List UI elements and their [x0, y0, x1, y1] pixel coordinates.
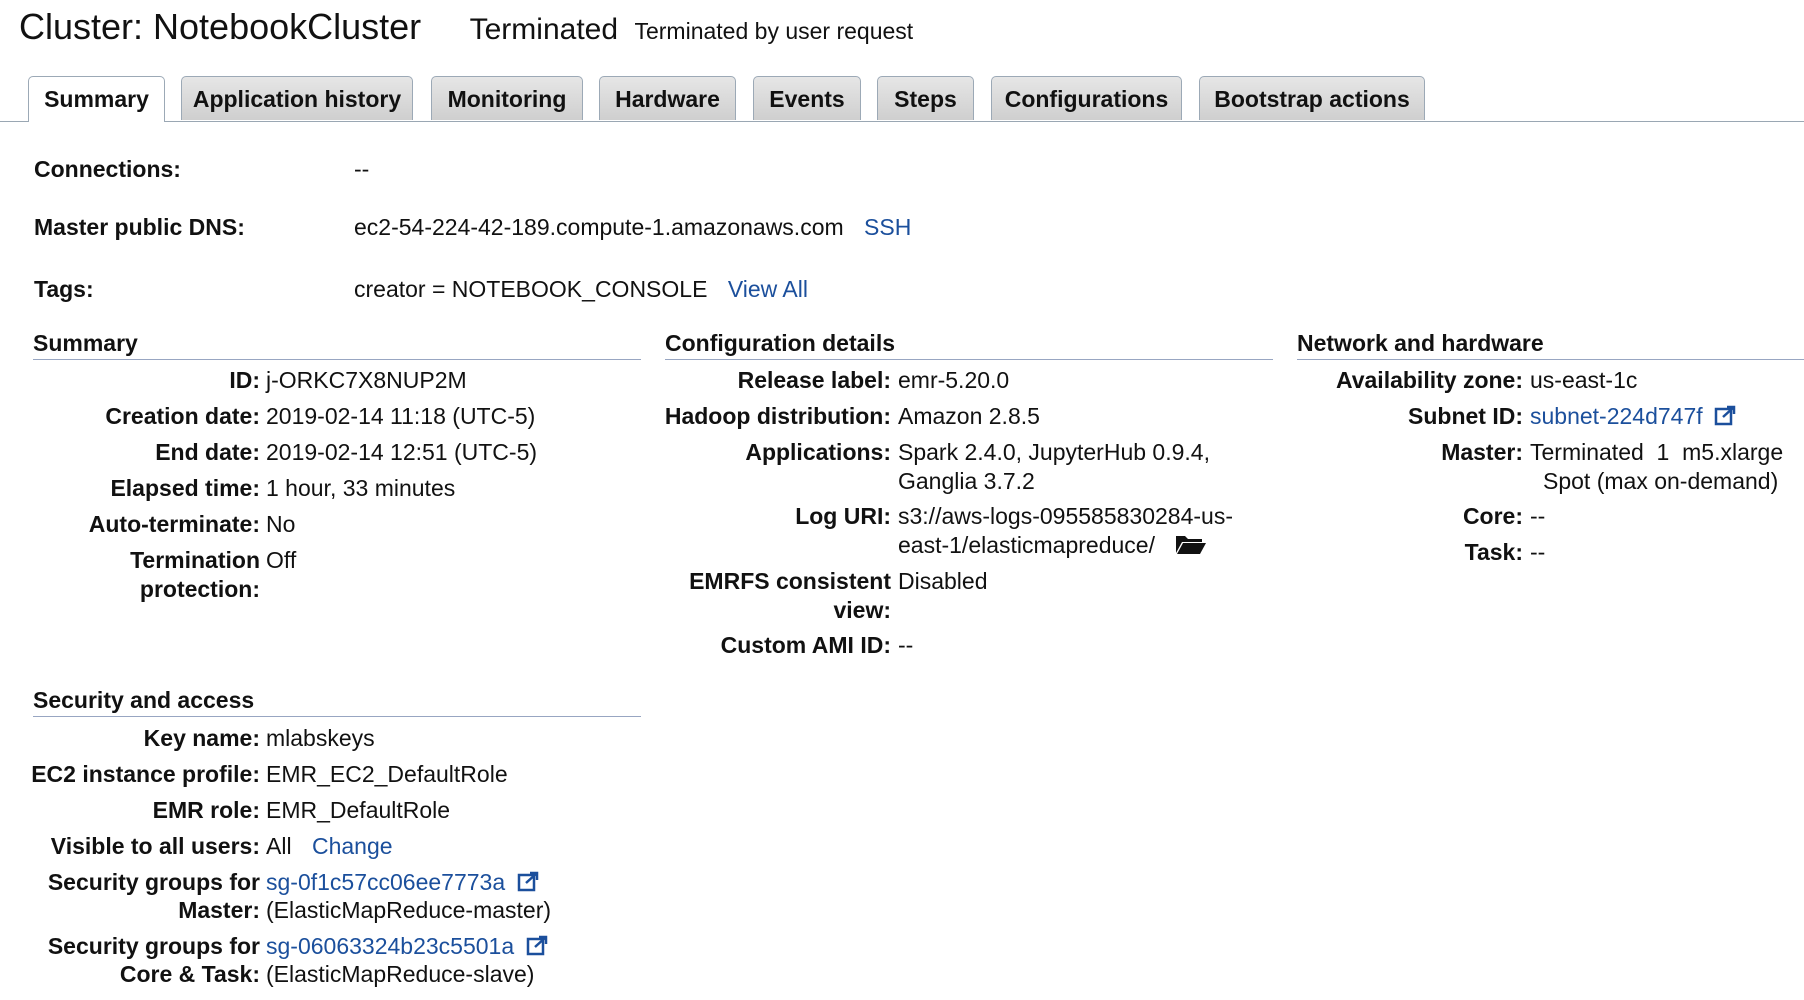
sg-master-label-line1: Security groups for	[47, 869, 260, 895]
task-value: --	[1530, 539, 1546, 565]
tab-events[interactable]: Events	[753, 76, 861, 120]
emrfs-value: Disabled	[898, 568, 988, 594]
master-label: Master:	[1441, 439, 1523, 465]
tags-label: Tags:	[34, 276, 94, 302]
sg-master-description: (ElasticMapReduce-master)	[266, 897, 552, 923]
end-date-value: 2019-02-14 12:51 (UTC-5)	[266, 439, 538, 465]
emrfs-label-line2: view:	[833, 597, 891, 623]
emr-role-label: EMR role:	[152, 797, 260, 823]
visible-users-label: Visible to all users:	[50, 833, 260, 859]
tags-value: creator = NOTEBOOK_CONSOLE	[354, 276, 708, 302]
summary-section-title: Summary	[33, 330, 641, 360]
connections-value: --	[354, 156, 370, 182]
visible-users-value-wrap: All Change	[266, 832, 393, 860]
page-title: Cluster: NotebookCluster	[19, 6, 422, 47]
task-label: Task:	[1464, 539, 1523, 565]
auto-terminate-value: No	[266, 511, 296, 537]
tab-steps[interactable]: Steps	[877, 76, 974, 120]
custom-ami-value: --	[898, 632, 914, 658]
visible-users-value: All	[266, 833, 292, 859]
tab-hardware[interactable]: Hardware	[599, 76, 736, 120]
sg-core-description: (ElasticMapReduce-slave)	[266, 961, 535, 987]
applications-value-line1: Spark 2.4.0, JupyterHub 0.9.4,	[898, 439, 1210, 465]
cluster-id-label: ID:	[229, 367, 260, 393]
instance-profile-label: EC2 instance profile:	[31, 761, 260, 787]
log-uri-value-line2-wrap: east-1/elasticmapreduce/	[898, 531, 1207, 561]
creation-date-value: 2019-02-14 11:18 (UTC-5)	[266, 403, 536, 429]
sg-core-value-wrap: sg-06063324b23c5501a	[266, 932, 548, 963]
sg-core-label-line2: Core & Task:	[119, 961, 260, 987]
tab-bootstrap-actions[interactable]: Bootstrap actions	[1199, 76, 1425, 120]
master-value-line1: Terminated 1 m5.xlarge	[1530, 439, 1784, 465]
log-uri-value-line1: s3://aws-logs-095585830284-us-	[898, 503, 1233, 529]
change-visibility-link[interactable]: Change	[312, 833, 393, 859]
applications-value-line2: Ganglia 3.7.2	[898, 468, 1035, 494]
master-dns-value-wrap: ec2-54-224-42-189.compute-1.amazonaws.co…	[354, 214, 911, 241]
folder-open-icon[interactable]	[1175, 533, 1207, 561]
core-label: Core:	[1462, 503, 1523, 529]
config-section: Configuration details	[665, 330, 1273, 360]
external-link-icon[interactable]	[1714, 405, 1736, 433]
tags-value-wrap: creator = NOTEBOOK_CONSOLE View All	[354, 276, 808, 303]
hadoop-label: Hadoop distribution:	[664, 403, 891, 429]
log-uri-label: Log URI:	[795, 503, 891, 529]
core-value: --	[1530, 503, 1546, 529]
master-value-line2: Spot (max on-demand)	[1543, 468, 1779, 494]
cluster-status: Terminated	[469, 13, 619, 46]
sg-master-value-wrap: sg-0f1c57cc06ee7773a	[266, 868, 539, 899]
auto-terminate-label: Auto-terminate:	[88, 511, 260, 537]
security-section: Security and access	[33, 687, 641, 717]
external-link-icon[interactable]	[526, 935, 548, 963]
elapsed-time-value: 1 hour, 33 minutes	[266, 475, 456, 501]
sg-master-link[interactable]: sg-0f1c57cc06ee7773a	[266, 869, 505, 895]
connections-label: Connections:	[34, 156, 181, 182]
emrfs-label-line1: EMRFS consistent	[689, 568, 891, 594]
instance-profile-value: EMR_EC2_DefaultRole	[266, 761, 508, 787]
subnet-id-link[interactable]: subnet-224d747f	[1530, 403, 1703, 429]
release-label: Release label:	[737, 367, 891, 393]
hadoop-value: Amazon 2.8.5	[898, 403, 1040, 429]
termination-protection-value: Off	[266, 547, 297, 573]
sg-master-label-line2: Master:	[178, 897, 260, 923]
tab-summary[interactable]: Summary	[28, 76, 165, 122]
network-section: Network and hardware	[1297, 330, 1804, 360]
availability-zone-value: us-east-1c	[1530, 367, 1638, 393]
termination-protection-label-line1: Termination	[130, 547, 260, 573]
key-name-value: mlabskeys	[266, 725, 375, 751]
sg-core-link[interactable]: sg-06063324b23c5501a	[266, 933, 514, 959]
external-link-icon[interactable]	[517, 871, 539, 899]
tab-application-history[interactable]: Application history	[181, 76, 413, 120]
cluster-id-value: j-ORKC7X8NUP2M	[266, 367, 467, 393]
network-section-title: Network and hardware	[1297, 330, 1804, 360]
cluster-status-reason: Terminated by user request	[634, 18, 914, 44]
custom-ami-label: Custom AMI ID:	[720, 632, 891, 658]
applications-label: Applications:	[745, 439, 891, 465]
subnet-id-value-wrap: subnet-224d747f	[1530, 402, 1736, 433]
key-name-label: Key name:	[143, 725, 260, 751]
master-dns-label: Master public DNS:	[34, 214, 245, 240]
termination-protection-label-line2: protection:	[139, 576, 260, 602]
availability-zone-label: Availability zone:	[1335, 367, 1523, 393]
view-all-tags-link[interactable]: View All	[728, 276, 808, 302]
ssh-link[interactable]: SSH	[864, 214, 911, 240]
elapsed-time-label: Elapsed time:	[110, 475, 260, 501]
master-dns-value: ec2-54-224-42-189.compute-1.amazonaws.co…	[354, 214, 844, 240]
tab-configurations[interactable]: Configurations	[991, 76, 1182, 120]
summary-section: Summary	[33, 330, 641, 360]
sg-core-label-line1: Security groups for	[47, 933, 260, 959]
subnet-id-label: Subnet ID:	[1408, 403, 1523, 429]
end-date-label: End date:	[155, 439, 260, 465]
config-section-title: Configuration details	[665, 330, 1273, 360]
tab-monitoring[interactable]: Monitoring	[431, 76, 583, 120]
emr-role-value: EMR_DefaultRole	[266, 797, 451, 823]
page-header: Cluster: NotebookCluster Terminated Term…	[19, 6, 913, 48]
release-value: emr-5.20.0	[898, 367, 1010, 393]
security-section-title: Security and access	[33, 687, 641, 717]
log-uri-value-line2: east-1/elasticmapreduce/	[898, 532, 1155, 558]
creation-date-label: Creation date:	[105, 403, 260, 429]
tab-bar: Summary Application history Monitoring H…	[0, 76, 1804, 122]
